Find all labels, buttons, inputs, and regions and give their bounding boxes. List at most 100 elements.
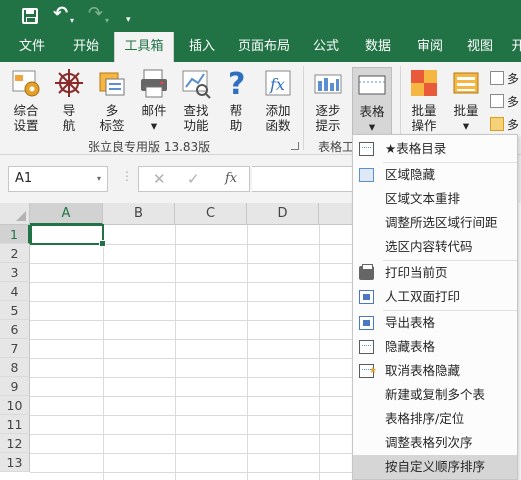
chevron-down-icon[interactable]: ▾ — [97, 167, 101, 191]
column-header-d[interactable]: D — [247, 203, 319, 225]
row-header[interactable]: 6 — [0, 320, 30, 339]
mail-button[interactable]: 邮件 ▾ — [134, 67, 174, 133]
tab-review[interactable]: 审阅 — [408, 32, 452, 62]
drag-handle-icon[interactable]: ⋮ — [121, 169, 133, 183]
redo-dropdown-icon[interactable]: ▾ — [105, 11, 109, 31]
table-menu-button[interactable]: 表格 ▾ — [352, 67, 392, 139]
menu-item-table-directory[interactable]: ★表格目录 — [353, 137, 517, 161]
grid-line — [30, 472, 352, 473]
grid-line — [30, 377, 352, 378]
undo-icon[interactable]: ↶ — [53, 4, 68, 24]
grid-line — [30, 434, 352, 435]
row-header[interactable]: 12 — [0, 434, 30, 453]
column-header-a[interactable]: A — [30, 203, 103, 225]
cancel-icon[interactable]: ✕ — [153, 170, 166, 188]
table-dropdown-menu: ★表格目录 区域隐藏 区域文本重排 调整所选区域行间距 选区内容转代码 打印当前… — [352, 134, 518, 480]
find-chart-icon — [180, 67, 212, 99]
batch-list-icon — [450, 67, 482, 99]
grid-line — [30, 358, 352, 359]
save-icon[interactable] — [22, 8, 38, 24]
menu-item-hide-sheet[interactable]: 隐藏表格 — [353, 335, 517, 359]
batch-operation-icon — [408, 67, 440, 99]
menu-item-export-table[interactable]: 导出表格 — [353, 311, 517, 335]
customize-qat-icon[interactable]: ▾ — [126, 10, 131, 30]
step-hint-button[interactable]: 逐步 提示 — [308, 67, 348, 133]
grid-line — [30, 263, 352, 264]
small-item-1[interactable]: 多 — [490, 70, 519, 87]
help-icon: ? — [220, 67, 252, 102]
menu-item-hide-range[interactable]: 区域隐藏 — [353, 163, 517, 187]
grid-line — [30, 282, 352, 283]
tab-file[interactable]: 文件 — [8, 32, 56, 62]
row-header[interactable]: 7 — [0, 339, 30, 358]
row-header[interactable]: 10 — [0, 396, 30, 415]
column-header-c[interactable]: C — [175, 203, 247, 225]
tab-home[interactable]: 开始 — [62, 32, 110, 62]
tab-view[interactable]: 视图 — [458, 32, 502, 62]
help-button[interactable]: ? 帮 助 — [220, 67, 252, 133]
row-header[interactable]: 11 — [0, 415, 30, 434]
formula-input[interactable] — [252, 166, 362, 192]
export-icon — [359, 316, 374, 330]
tab-data[interactable]: 数据 — [356, 32, 400, 62]
multi-tab-button[interactable]: 多 标签 — [92, 67, 132, 133]
svg-text:fx: fx — [269, 75, 285, 94]
row-header[interactable]: 3 — [0, 263, 30, 282]
hide-sheet-icon — [359, 340, 374, 354]
tab-toolbox[interactable]: 工具箱 — [114, 32, 174, 62]
grid-line — [30, 320, 352, 321]
redo-icon[interactable]: ↷ — [88, 4, 103, 24]
menu-item-reorder-columns[interactable]: 调整表格列次序 — [353, 431, 517, 455]
undo-dropdown-icon[interactable]: ▾ — [70, 11, 74, 31]
grid-icon — [490, 71, 504, 85]
menu-item-print-current-page[interactable]: 打印当前页 — [353, 261, 517, 285]
row-header[interactable]: 9 — [0, 377, 30, 396]
grid-line — [30, 453, 352, 454]
menu-item-rearrange-text[interactable]: 区域文本重排 — [353, 187, 517, 211]
find-function-button[interactable]: 查找 功能 — [176, 67, 216, 133]
group-launcher-icon[interactable] — [291, 142, 299, 150]
settings-button[interactable]: 综合 设置 — [6, 67, 46, 133]
row-header[interactable]: 8 — [0, 358, 30, 377]
step-hint-icon — [312, 67, 344, 99]
menu-item-duplex-print[interactable]: 人工双面打印 — [353, 285, 517, 309]
active-cell-a1[interactable] — [30, 224, 106, 247]
insert-function-icon[interactable]: fx — [225, 171, 237, 186]
mail-printer-icon — [138, 67, 170, 99]
menu-item-sort-locate-sheets[interactable]: 表格排序/定位 — [353, 407, 517, 431]
small-item-3[interactable]: 多 — [490, 116, 519, 133]
add-function-button[interactable]: fx 添加 函数 — [258, 67, 298, 133]
column-header-b[interactable]: B — [103, 203, 175, 225]
printer-icon — [359, 264, 374, 280]
row-header[interactable]: 5 — [0, 301, 30, 320]
hide-range-icon — [359, 168, 374, 182]
worksheet-grid[interactable]: A B C D 1 2 3 4 5 6 7 8 9 10 11 12 13 — [0, 203, 352, 480]
small-item-2[interactable]: 多 — [490, 93, 519, 110]
batch-dropdown-button[interactable]: 批量 ▾ — [446, 67, 486, 133]
select-all-corner[interactable] — [0, 203, 30, 225]
multi-tab-icon — [96, 67, 128, 99]
add-function-icon: fx — [262, 67, 294, 99]
enter-icon[interactable]: ✓ — [187, 170, 200, 188]
tab-developer[interactable]: 开 — [508, 32, 521, 62]
menu-item-selection-to-code[interactable]: 选区内容转代码 — [353, 235, 517, 259]
name-box[interactable]: A1 ▾ — [8, 166, 108, 192]
menu-item-unhide-sheet[interactable]: 取消表格隐藏 — [353, 359, 517, 383]
row-header[interactable]: 4 — [0, 282, 30, 301]
menu-item-create-copy-sheets[interactable]: 新建或复制多个表 — [353, 383, 517, 407]
row-header[interactable]: 1 — [0, 225, 30, 244]
formula-buttons: ✕ ✓ fx — [138, 166, 250, 192]
tab-page-layout[interactable]: 页面布局 — [232, 32, 296, 62]
tab-insert[interactable]: 插入 — [178, 32, 226, 62]
row-header[interactable]: 2 — [0, 244, 30, 263]
ship-wheel-icon — [53, 67, 85, 99]
svg-text:?: ? — [228, 67, 245, 99]
menu-item-adjust-row-spacing[interactable]: 调整所选区域行间距 — [353, 211, 517, 235]
tab-formulas[interactable]: 公式 — [304, 32, 348, 62]
menu-item-custom-order-sort[interactable]: 按自定义顺序排序 — [353, 455, 517, 479]
column-header-e[interactable] — [319, 203, 352, 225]
row-header[interactable]: 13 — [0, 453, 30, 472]
navigate-button[interactable]: 导 航 — [50, 67, 88, 133]
batch-operation-button[interactable]: 批量 操作 — [404, 67, 444, 133]
sheet-icon — [490, 94, 504, 108]
